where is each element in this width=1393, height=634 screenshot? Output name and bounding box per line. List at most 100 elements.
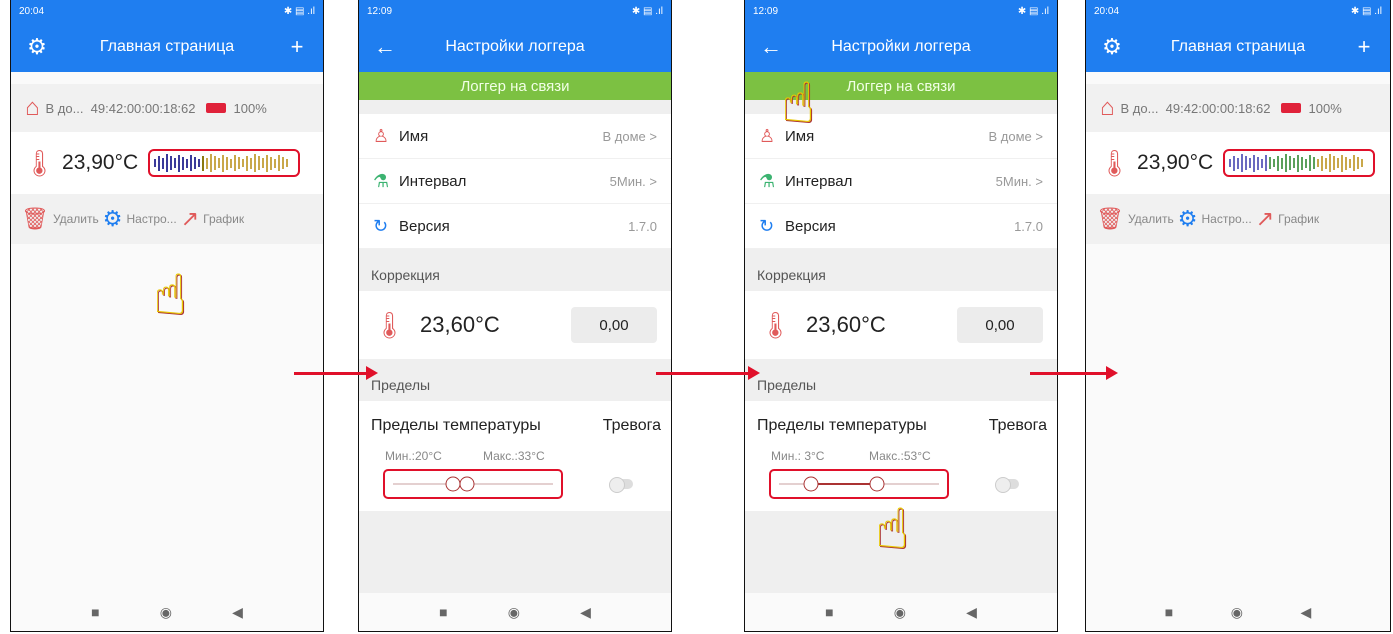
interval-row[interactable]: ⚗ Интервал 5Мин. > xyxy=(359,159,671,204)
transition-arrow xyxy=(294,366,378,380)
home-button[interactable]: ◉ xyxy=(508,604,520,621)
history-bar xyxy=(182,156,185,170)
history-bar xyxy=(202,155,205,171)
add-icon[interactable]: + xyxy=(285,34,309,60)
history-bar xyxy=(1349,158,1352,168)
battery-level: 100% xyxy=(233,100,267,116)
settings-button[interactable]: Настро... xyxy=(127,212,177,226)
recent-apps-button[interactable]: ■ xyxy=(825,604,833,620)
chart-icon[interactable]: ↗ xyxy=(1256,206,1274,232)
home-button[interactable]: ◉ xyxy=(160,604,172,621)
add-icon[interactable]: + xyxy=(1352,34,1376,60)
temperature-history-bars xyxy=(1223,149,1376,177)
temperature-history-bars xyxy=(148,149,301,177)
correction-input[interactable]: 0,00 xyxy=(571,307,657,343)
battery-icon xyxy=(205,103,226,113)
delete-button[interactable]: Удалить xyxy=(1128,212,1174,226)
history-bar xyxy=(194,157,197,169)
chart-icon[interactable]: ↗ xyxy=(181,206,199,232)
recent-apps-button[interactable]: ■ xyxy=(439,604,447,620)
back-arrow-icon[interactable]: ← xyxy=(759,34,783,60)
back-arrow-icon[interactable]: ← xyxy=(373,34,397,60)
page-title: Главная страница xyxy=(1170,38,1306,55)
history-bar xyxy=(1309,155,1312,171)
device-card[interactable]: ⌂ В до... 49:42:00:00:18:62 100% 🌡 23,90… xyxy=(1086,84,1390,244)
flask-icon: ⚗ xyxy=(759,170,776,191)
max-thumb[interactable] xyxy=(869,476,885,492)
alarm-toggle[interactable] xyxy=(609,477,633,493)
device-id: 49:42:00:00:18:62 xyxy=(1165,100,1271,116)
connection-banner: Логгер на связи xyxy=(359,72,671,100)
history-bar xyxy=(270,156,273,170)
history-bar xyxy=(266,154,269,172)
history-bar xyxy=(162,157,165,169)
interval-row[interactable]: ⚗ Интервал 5Мин. > xyxy=(745,159,1057,204)
history-bar xyxy=(1281,157,1284,169)
history-bar xyxy=(186,158,189,168)
refresh-icon: ↻ xyxy=(373,215,389,236)
status-bar: 20:04 ✱ ▤ .ıl xyxy=(11,0,323,22)
settings-icon[interactable]: ⚙ xyxy=(103,206,123,232)
settings-button[interactable]: Настро... xyxy=(1202,212,1252,226)
trash-icon[interactable]: 🗑 xyxy=(21,206,49,232)
delete-button[interactable]: Удалить xyxy=(53,212,99,226)
history-bar xyxy=(1229,159,1232,167)
history-bar xyxy=(210,154,213,172)
transition-arrow xyxy=(656,366,760,380)
min-thumb[interactable] xyxy=(803,476,819,492)
correction-input[interactable]: 0,00 xyxy=(957,307,1043,343)
recent-apps-button[interactable]: ■ xyxy=(91,604,99,620)
history-bar xyxy=(1313,157,1316,169)
recent-apps-button[interactable]: ■ xyxy=(1165,604,1173,620)
graph-button[interactable]: График xyxy=(203,212,244,226)
history-bar xyxy=(1237,157,1240,169)
history-bar xyxy=(238,157,241,169)
history-bar xyxy=(1341,154,1344,172)
system-nav-bar: ■ ◉ ◀ xyxy=(359,593,671,631)
home-button[interactable]: ◉ xyxy=(894,604,906,621)
history-bar xyxy=(174,158,177,168)
history-bar xyxy=(254,154,257,172)
history-bar xyxy=(242,159,245,167)
min-label: Мин.:20°C xyxy=(385,449,442,463)
home-button[interactable]: ◉ xyxy=(1231,604,1243,621)
back-button[interactable]: ◀ xyxy=(232,604,243,621)
limits-title: Пределы температуры xyxy=(371,417,541,434)
name-row[interactable]: ♙ Имя В доме > xyxy=(359,114,671,159)
range-slider[interactable] xyxy=(383,469,563,499)
pointing-hand-icon: ☝ xyxy=(781,71,816,134)
history-bar xyxy=(1249,158,1252,168)
page-title: Главная страница xyxy=(99,38,235,55)
settings-icon[interactable]: ⚙ xyxy=(1178,206,1198,232)
min-thumb[interactable] xyxy=(445,476,461,492)
history-bar xyxy=(1273,159,1276,167)
history-bar xyxy=(246,155,249,171)
history-bar xyxy=(1261,158,1264,168)
max-thumb[interactable] xyxy=(459,476,475,492)
gear-icon[interactable]: ⚙ xyxy=(25,34,49,60)
status-bar: 12:09 ✱ ▤ .ıl xyxy=(745,0,1057,22)
history-bar xyxy=(1329,154,1332,172)
back-button[interactable]: ◀ xyxy=(966,604,977,621)
graph-button[interactable]: График xyxy=(1278,212,1319,226)
home-icon: ⌂ xyxy=(25,94,40,121)
alarm-toggle[interactable] xyxy=(995,477,1019,493)
history-bar xyxy=(1233,155,1236,171)
pointing-hand-icon: ☝ xyxy=(875,497,910,560)
range-slider[interactable] xyxy=(769,469,949,499)
temperature-value: 23,90°C xyxy=(62,151,139,174)
trash-icon[interactable]: 🗑 xyxy=(1096,206,1124,232)
history-bar xyxy=(1333,156,1336,170)
min-label: Мин.: 3°C xyxy=(771,449,825,463)
back-button[interactable]: ◀ xyxy=(1300,604,1311,621)
phone-screen-home-2: 20:04 ✱ ▤ .ıl ⚙ Главная страница + ⌂ В до… xyxy=(1085,0,1391,632)
history-bar xyxy=(190,155,193,171)
limits-header: Пределы xyxy=(359,359,671,401)
history-bar xyxy=(214,156,217,170)
device-id: 49:42:00:00:18:62 xyxy=(90,100,196,116)
history-bar xyxy=(1257,156,1260,170)
back-button[interactable]: ◀ xyxy=(580,604,591,621)
device-card[interactable]: ⌂ В до... 49:42:00:00:18:62 100% 🌡 23,90… xyxy=(11,84,323,244)
device-name: В до... xyxy=(45,100,84,116)
gear-icon[interactable]: ⚙ xyxy=(1100,34,1124,60)
